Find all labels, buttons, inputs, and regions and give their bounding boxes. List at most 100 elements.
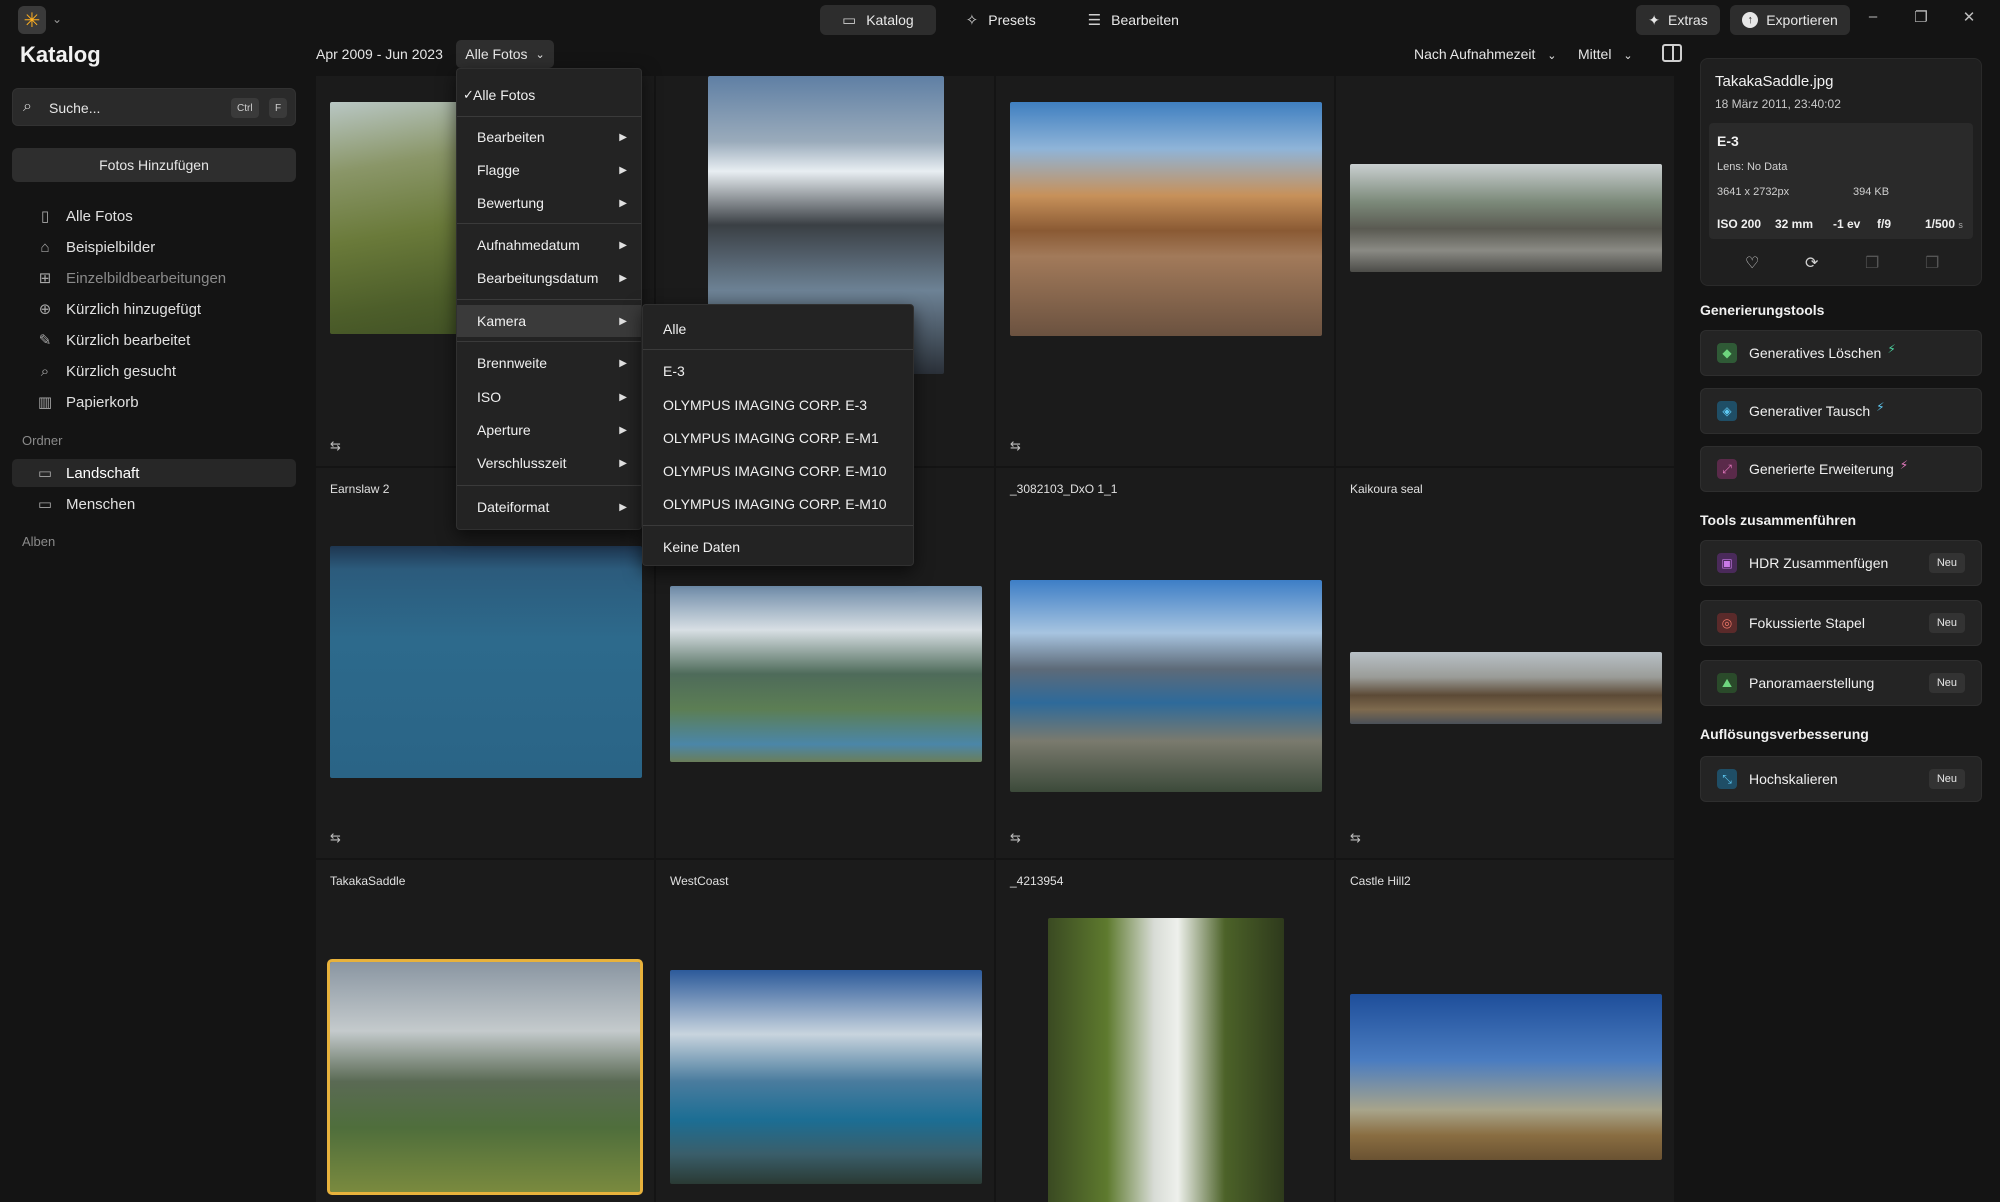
menu-item-bearbeitungsdatum[interactable]: Bearbeitungsdatum ▶ bbox=[457, 262, 641, 294]
menu-divider bbox=[457, 299, 641, 300]
generative-erase-button[interactable]: ◆ Generatives Löschen ⚡ bbox=[1700, 330, 1982, 376]
sidebar-item-all-photos[interactable]: ▯ Alle Fotos bbox=[12, 202, 296, 230]
photo-info-card: TakakaSaddle.jpg 18 März 2011, 23:40:02 … bbox=[1700, 58, 1982, 286]
upscale-button[interactable]: ⤡ Hochskalieren Neu bbox=[1700, 756, 1982, 802]
sidebar-item-folder-landschaft[interactable]: ▭ Landschaft bbox=[12, 459, 296, 487]
photo-thumbnail[interactable] bbox=[1010, 102, 1322, 336]
generative-swap-button[interactable]: ◈ Generativer Tausch ⚡ bbox=[1700, 388, 1982, 434]
grid-cell[interactable]: ⇆ bbox=[996, 76, 1334, 466]
shortcut-key: F bbox=[269, 98, 288, 118]
sidebar-item-single-edits[interactable]: ⊞ Einzelbildbearbeitungen bbox=[12, 264, 296, 292]
menu-divider bbox=[457, 116, 641, 117]
sort-dropdown[interactable]: Nach Aufnahmezeit ⌄ bbox=[1414, 46, 1557, 62]
search-box[interactable]: ⌕ Ctrl F bbox=[12, 88, 296, 126]
submenu-item-keine-daten[interactable]: Keine Daten bbox=[643, 531, 913, 563]
photo-thumbnail[interactable] bbox=[1350, 652, 1662, 724]
sidebar-item-sample-images[interactable]: ⌂ Beispielbilder bbox=[12, 233, 296, 261]
menu-item-alle-fotos[interactable]: ✓ Alle Fotos bbox=[457, 79, 641, 111]
edit-adjustments-icon[interactable]: ⇆ bbox=[1350, 830, 1361, 846]
hdr-icon: ▣ bbox=[1717, 553, 1737, 573]
search-icon: ⌕ bbox=[40, 362, 50, 380]
menu-item-aperture[interactable]: Aperture ▶ bbox=[457, 414, 641, 446]
main-mode-tabs: ▭ Katalog ✧ Presets ☰ Bearbeiten bbox=[820, 5, 1201, 35]
submenu-item-camera[interactable]: OLYMPUS IMAGING CORP. E-M1 bbox=[643, 422, 913, 454]
tool-label: Hochskalieren bbox=[1749, 771, 1838, 787]
grid-cell[interactable]: Castle Hill2 bbox=[1336, 860, 1674, 1202]
chevron-right-icon: ▶ bbox=[619, 391, 627, 403]
edit-adjustments-icon[interactable]: ⇆ bbox=[1010, 438, 1021, 454]
edit-adjustments-icon[interactable]: ⇆ bbox=[330, 830, 341, 846]
grid-cell[interactable]: _3082103_DxO 1_1 ⇆ bbox=[996, 468, 1334, 858]
panel-toggle-icon[interactable] bbox=[1662, 44, 1682, 62]
menu-item-verschlusszeit[interactable]: Verschlusszeit ▶ bbox=[457, 447, 641, 479]
hdr-merge-button[interactable]: ▣ HDR Zusammenfügen Neu bbox=[1700, 540, 1982, 586]
menu-item-label: Bearbeitungsdatum bbox=[477, 270, 599, 286]
grid-cell[interactable]: TakakaSaddle bbox=[316, 860, 654, 1202]
sidebar-item-recently-searched[interactable]: ⌕ Kürzlich gesucht bbox=[12, 357, 296, 385]
export-button[interactable]: ↑ Exportieren bbox=[1730, 5, 1850, 35]
submenu-item-alle[interactable]: Alle bbox=[643, 313, 913, 345]
submenu-item-camera[interactable]: OLYMPUS IMAGING CORP. E-M10 bbox=[643, 455, 913, 487]
paste-icon[interactable]: ❐ bbox=[1925, 253, 1939, 273]
menu-item-bearbeiten[interactable]: Bearbeiten ▶ bbox=[457, 121, 641, 153]
tab-presets[interactable]: ✧ Presets bbox=[944, 5, 1058, 35]
panorama-button[interactable]: ⛰ Panoramaerstellung Neu bbox=[1700, 660, 1982, 706]
photo-thumbnail[interactable] bbox=[1350, 164, 1662, 272]
sort-label: Nach Aufnahmezeit bbox=[1414, 46, 1536, 62]
add-photos-button[interactable]: Fotos Hinzufügen bbox=[12, 148, 296, 182]
photo-thumbnail[interactable] bbox=[1010, 580, 1322, 792]
menu-item-bewertung[interactable]: Bewertung ▶ bbox=[457, 187, 641, 219]
photo-thumbnail[interactable] bbox=[670, 586, 982, 762]
restore-icon[interactable]: ❐ bbox=[1906, 8, 1936, 30]
sidebar-item-recently-added[interactable]: ⊕ Kürzlich hinzugefügt bbox=[12, 295, 296, 323]
tab-katalog[interactable]: ▭ Katalog bbox=[820, 5, 936, 35]
copy-icon[interactable]: ❐ bbox=[1865, 253, 1879, 273]
generative-expand-button[interactable]: ⤢ Generierte Erweiterung ⚡ bbox=[1700, 446, 1982, 492]
menu-item-dateiformat[interactable]: Dateiformat ▶ bbox=[457, 491, 641, 523]
tab-label: Katalog bbox=[866, 12, 914, 28]
focus-stack-button[interactable]: ◎ Fokussierte Stapel Neu bbox=[1700, 600, 1982, 646]
menu-item-kamera[interactable]: Kamera ▶ bbox=[457, 305, 641, 337]
menu-item-label: Verschlusszeit bbox=[477, 455, 567, 471]
thumbnail-size-dropdown[interactable]: Mittel ⌄ bbox=[1578, 46, 1633, 62]
folders-heading: Ordner bbox=[22, 433, 63, 448]
app-logo[interactable]: ✳ bbox=[18, 6, 46, 34]
submenu-item-camera[interactable]: E-3 bbox=[643, 355, 913, 387]
menu-divider bbox=[457, 341, 641, 342]
heart-icon[interactable]: ♡ bbox=[1745, 253, 1759, 273]
search-input[interactable] bbox=[49, 97, 229, 119]
sidebar-item-folder-menschen[interactable]: ▭ Menschen bbox=[12, 490, 296, 518]
submenu-item-camera[interactable]: OLYMPUS IMAGING CORP. E-M10 bbox=[643, 488, 913, 520]
grid-cell[interactable]: Kaikoura seal ⇆ bbox=[1336, 468, 1674, 858]
photo-thumbnail[interactable] bbox=[1048, 918, 1284, 1202]
photo-name: _3082103_DxO 1_1 bbox=[1010, 482, 1118, 496]
menu-item-flagge[interactable]: Flagge ▶ bbox=[457, 154, 641, 186]
grid-cell[interactable] bbox=[1336, 76, 1674, 466]
chevron-right-icon: ▶ bbox=[619, 272, 627, 284]
submenu-item-camera[interactable]: OLYMPUS IMAGING CORP. E-3 bbox=[643, 389, 913, 421]
photo-thumbnail-selected[interactable] bbox=[327, 959, 643, 1195]
sidebar-item-trash[interactable]: ▥ Papierkorb bbox=[12, 388, 296, 416]
photo-thumbnail[interactable] bbox=[1350, 994, 1662, 1160]
upload-icon: ↑ bbox=[1742, 12, 1759, 28]
menu-item-label: Flagge bbox=[477, 162, 520, 178]
grid-cell[interactable]: WestCoast ⇆ bbox=[656, 860, 994, 1202]
graduation-cap-icon: ⌂ bbox=[40, 238, 50, 256]
extras-button[interactable]: ✦ Extras bbox=[1636, 5, 1720, 35]
grid-cell[interactable]: _4213954 bbox=[996, 860, 1334, 1202]
sidebar-item-recently-edited[interactable]: ✎ Kürzlich bearbeitet bbox=[12, 326, 296, 354]
photo-thumbnail[interactable] bbox=[670, 970, 982, 1184]
close-icon[interactable]: ✕ bbox=[1954, 8, 1984, 30]
menu-item-iso[interactable]: ISO ▶ bbox=[457, 381, 641, 413]
edit-adjustments-icon[interactable]: ⇆ bbox=[330, 438, 341, 454]
edit-adjustments-icon[interactable]: ⇆ bbox=[1010, 830, 1021, 846]
menu-item-aufnahmedatum[interactable]: Aufnahmedatum ▶ bbox=[457, 229, 641, 261]
filter-dropdown[interactable]: Alle Fotos ⌄ bbox=[456, 40, 554, 68]
rotate-icon[interactable]: ⟳ bbox=[1805, 253, 1818, 273]
minimize-icon[interactable]: – bbox=[1858, 8, 1888, 30]
info-focal: 32 mm bbox=[1775, 217, 1814, 231]
tab-bearbeiten[interactable]: ☰ Bearbeiten bbox=[1066, 5, 1201, 35]
chevron-down-icon[interactable]: ⌄ bbox=[52, 12, 62, 26]
menu-item-brennweite[interactable]: Brennweite ▶ bbox=[457, 347, 641, 379]
photo-thumbnail[interactable] bbox=[330, 546, 642, 778]
